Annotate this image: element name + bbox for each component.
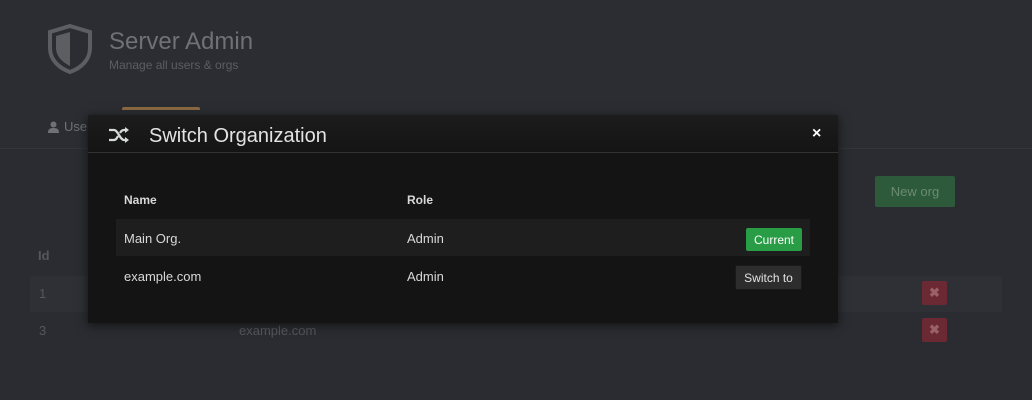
- row-name: example.com: [239, 323, 317, 338]
- column-header-name: Name: [124, 193, 157, 207]
- switch-org-modal: Switch Organization × Name Role Main Org…: [88, 115, 838, 323]
- org-row: example.com Admin Switch to: [116, 257, 810, 294]
- tab-users[interactable]: Use: [48, 119, 87, 134]
- switch-to-button[interactable]: Switch to: [735, 265, 802, 290]
- table-header-id: Id: [38, 248, 50, 263]
- org-row: Main Org. Admin Current: [116, 219, 810, 256]
- delete-button[interactable]: ✖: [922, 318, 947, 342]
- tab-active-indicator: [122, 107, 200, 110]
- modal-header: Switch Organization ×: [88, 115, 838, 153]
- org-role: Admin: [407, 269, 444, 284]
- shuffle-icon: [109, 127, 129, 143]
- tab-users-label: Use: [64, 119, 88, 134]
- org-name: example.com: [124, 269, 202, 284]
- column-header-role: Role: [407, 193, 434, 207]
- current-org-button[interactable]: Current: [746, 228, 802, 251]
- modal-title: Switch Organization: [149, 125, 327, 147]
- new-org-button[interactable]: New org: [875, 176, 955, 207]
- page-subtitle: Manage all users & orgs: [109, 58, 239, 72]
- page-title: Server Admin: [109, 28, 254, 55]
- org-name: Main Org.: [124, 231, 182, 246]
- user-icon: [48, 121, 59, 133]
- delete-button[interactable]: ✖: [922, 281, 947, 305]
- org-role: Admin: [407, 231, 444, 246]
- close-icon[interactable]: ×: [812, 125, 821, 143]
- row-id: 1: [39, 286, 47, 301]
- shield-icon: [48, 24, 92, 74]
- row-id: 3: [39, 323, 47, 338]
